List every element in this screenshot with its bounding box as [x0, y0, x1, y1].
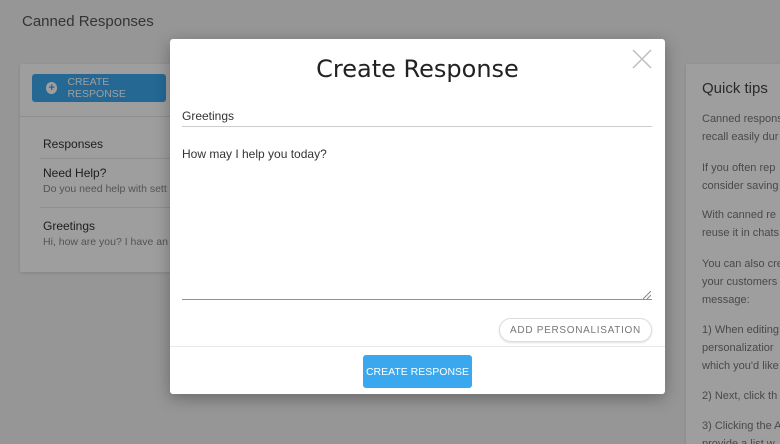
response-name-input[interactable]	[182, 105, 652, 127]
create-response-submit-button[interactable]: CREATE RESPONSE	[363, 355, 472, 388]
canned-responses-page: Canned Responses + CREATE RESPONSE Respo…	[0, 0, 780, 444]
add-personalisation-button[interactable]: ADD PERSONALISATION	[499, 318, 652, 342]
response-body-textarea[interactable]: How may I help you today?	[182, 146, 652, 300]
create-response-modal: Create Response How may I help you today…	[170, 39, 665, 394]
close-icon[interactable]	[631, 48, 653, 70]
modal-title: Create Response	[316, 55, 519, 83]
resize-grip-icon[interactable]	[643, 291, 651, 299]
divider	[170, 346, 665, 347]
